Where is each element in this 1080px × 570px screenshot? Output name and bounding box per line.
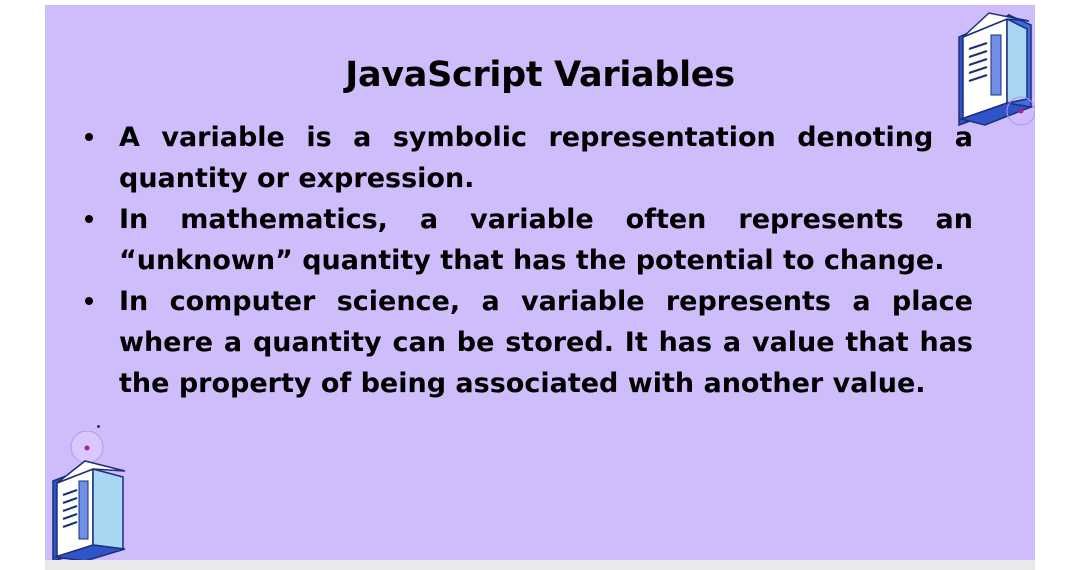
bullet-item: In computer science, a variable represen… <box>83 281 973 404</box>
document-viewer: JavaScript Variables A variable is a sym… <box>0 0 1080 570</box>
bullet-marker <box>85 133 93 141</box>
bullet-marker <box>85 215 93 223</box>
bullet-marker <box>85 297 93 305</box>
bullet-text: In mathematics, a variable often represe… <box>119 204 973 276</box>
server-rack-icon <box>958 12 1035 127</box>
stray-dot <box>97 425 100 428</box>
slide: JavaScript Variables A variable is a sym… <box>45 5 1035 560</box>
slide-title: JavaScript Variables <box>345 55 735 95</box>
bullet-text: A variable is a symbolic representation … <box>119 122 973 194</box>
page-bottom-edge <box>45 560 1035 570</box>
bullet-text: In computer science, a variable represen… <box>119 286 973 399</box>
server-rack-icon <box>52 431 126 560</box>
bullet-item: A variable is a symbolic representation … <box>83 117 973 199</box>
bullet-item: In mathematics, a variable often represe… <box>83 199 973 281</box>
bullet-list: A variable is a symbolic representation … <box>83 117 973 404</box>
